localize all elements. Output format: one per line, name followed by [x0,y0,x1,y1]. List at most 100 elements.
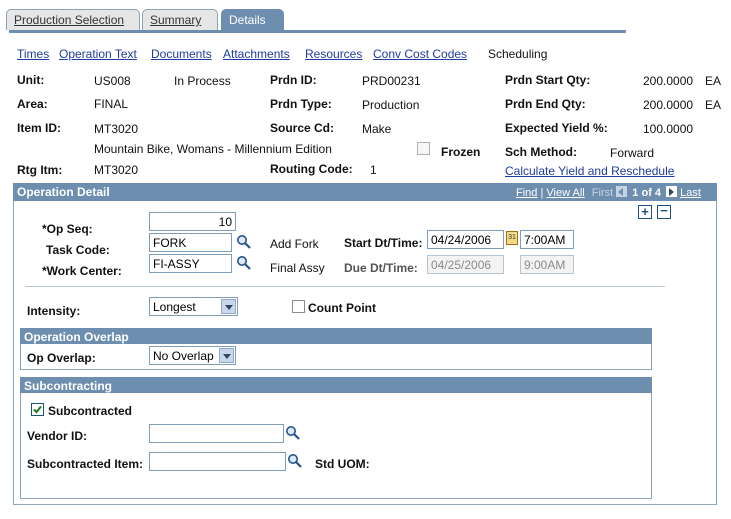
subcontracted-item-input[interactable] [149,452,286,471]
divider [25,286,665,287]
routing-code-label: Routing Code: [270,162,353,176]
sch-method-label: Sch Method: [505,145,577,159]
subcontracted-label: Subcontracted [48,404,133,418]
first-label: First [591,187,614,199]
link-times[interactable]: Times [17,47,49,61]
rtg-item-value: MT3020 [94,163,139,177]
work-center-input[interactable]: FI-ASSY [149,254,232,273]
start-date-input[interactable]: 04/24/2006 [427,230,504,249]
task-code-value: FORK [153,236,187,250]
sch-method-value: Forward [610,146,655,160]
link-operation-text[interactable]: Operation Text [59,47,137,61]
routing-code-value: 1 [370,163,377,177]
link-conv-cost-codes[interactable]: Conv Cost Codes [373,47,467,61]
find-link[interactable]: Find [516,187,537,199]
task-code-label: Task Code: [46,243,110,257]
due-time-value: 9:00AM [524,258,566,272]
chevron-down-icon [219,348,234,363]
scroll-nav: Find | View All First 1 of 4 Last [516,186,701,199]
link-resources[interactable]: Resources [305,47,362,61]
operation-overlap-header: Operation Overlap [20,328,652,344]
intensity-label: Intensity: [27,304,81,318]
expected-yield-label: Expected Yield %: [505,121,608,135]
work-center-value: FI-ASSY [153,257,200,271]
operation-overlap-title: Operation Overlap [24,330,129,344]
subcontracting-box [20,377,652,499]
subcontracting-title: Subcontracting [24,379,113,393]
unit-label: Unit: [17,73,45,87]
intensity-select[interactable]: Longest [149,297,238,316]
start-time-value: 7:00AM [524,233,566,247]
due-date-input: 04/25/2006 [427,255,504,274]
std-uom-label: Std UOM: [315,457,370,471]
end-qty-label: Prdn End Qty: [505,97,586,111]
work-center-search-icon[interactable] [236,255,252,271]
op-overlap-select[interactable]: No Overlap [149,346,236,365]
calculate-yield-link[interactable]: Calculate Yield and Reschedule [505,164,674,178]
source-cd-label: Source Cd: [270,121,335,135]
subcontracted-item-search-icon[interactable] [287,453,303,469]
vendor-search-icon[interactable] [285,425,301,441]
prdn-type-label: Prdn Type: [270,97,332,111]
frozen-label: Frozen [441,145,481,159]
op-seq-value: 10 [218,215,232,229]
chevron-down-icon [221,299,236,314]
start-date-value: 04/24/2006 [431,233,492,247]
vendor-id-label: Vendor ID: [27,429,88,443]
subcontracted-item-label: Subcontracted Item: [27,457,144,471]
subcontracting-header: Subcontracting [20,377,652,393]
op-seq-input[interactable]: 10 [149,212,236,231]
work-center-label: *Work Center: [42,264,122,278]
prev-arrow-icon[interactable] [616,186,628,197]
status-value: In Process [174,74,231,88]
link-documents[interactable]: Documents [151,47,212,61]
item-description: Mountain Bike, Womans - Millennium Editi… [94,142,332,156]
vendor-id-input[interactable] [149,424,284,443]
op-seq-label: *Op Seq: [42,222,93,236]
current-page-scheduling: Scheduling [488,47,548,61]
link-attachments[interactable]: Attachments [223,47,290,61]
last-link[interactable]: Last [680,187,701,199]
tab-production-selection[interactable]: Production Selection [6,9,140,30]
rtg-item-label: Rtg Itm: [17,163,63,177]
operation-detail-title: Operation Detail [17,185,110,199]
op-overlap-value: No Overlap [153,349,214,363]
area-label: Area: [17,97,48,111]
prdn-type-value: Production [362,98,420,112]
tab-details-label: Details [229,13,266,27]
item-value: MT3020 [94,122,139,136]
subcontracted-checkbox[interactable] [31,403,44,416]
intensity-value: Longest [153,300,196,314]
view-all-link[interactable]: View All [546,187,584,199]
end-qty-uom: EA [705,98,722,112]
prdn-id-value: PRD00231 [362,74,421,88]
checkmark-icon [33,405,42,414]
area-value: FINAL [94,97,129,111]
task-code-input[interactable]: FORK [149,233,232,252]
tab-production-selection-label: Production Selection [14,13,125,27]
next-arrow-icon[interactable] [666,186,678,197]
tab-summary[interactable]: Summary [142,9,218,30]
count-point-label: Count Point [308,301,376,315]
row-count: 1 of 4 [632,187,662,199]
count-point-checkbox[interactable] [292,300,305,313]
prdn-id-label: Prdn ID: [270,73,317,87]
due-dt-label: Due Dt/Time: [344,261,418,275]
end-qty-value: 200.0000 [643,98,694,112]
due-time-input: 9:00AM [520,255,574,274]
start-qty-value: 200.0000 [643,74,694,88]
frozen-checkbox[interactable] [417,142,430,155]
start-dt-label: Start Dt/Time: [344,236,423,250]
delete-row-icon[interactable]: − [657,204,671,219]
calendar-icon[interactable]: 31 [506,231,518,245]
start-qty-uom: EA [705,74,722,88]
op-overlap-label: Op Overlap: [27,351,96,365]
tab-summary-label: Summary [150,13,202,27]
start-qty-label: Prdn Start Qty: [505,73,591,87]
unit-value: US008 [94,74,131,88]
tab-details[interactable]: Details [221,9,284,30]
start-time-input[interactable]: 7:00AM [520,230,574,249]
add-row-icon[interactable]: + [638,205,652,219]
task-code-search-icon[interactable] [236,234,252,250]
task-code-description: Add Fork [270,237,319,251]
